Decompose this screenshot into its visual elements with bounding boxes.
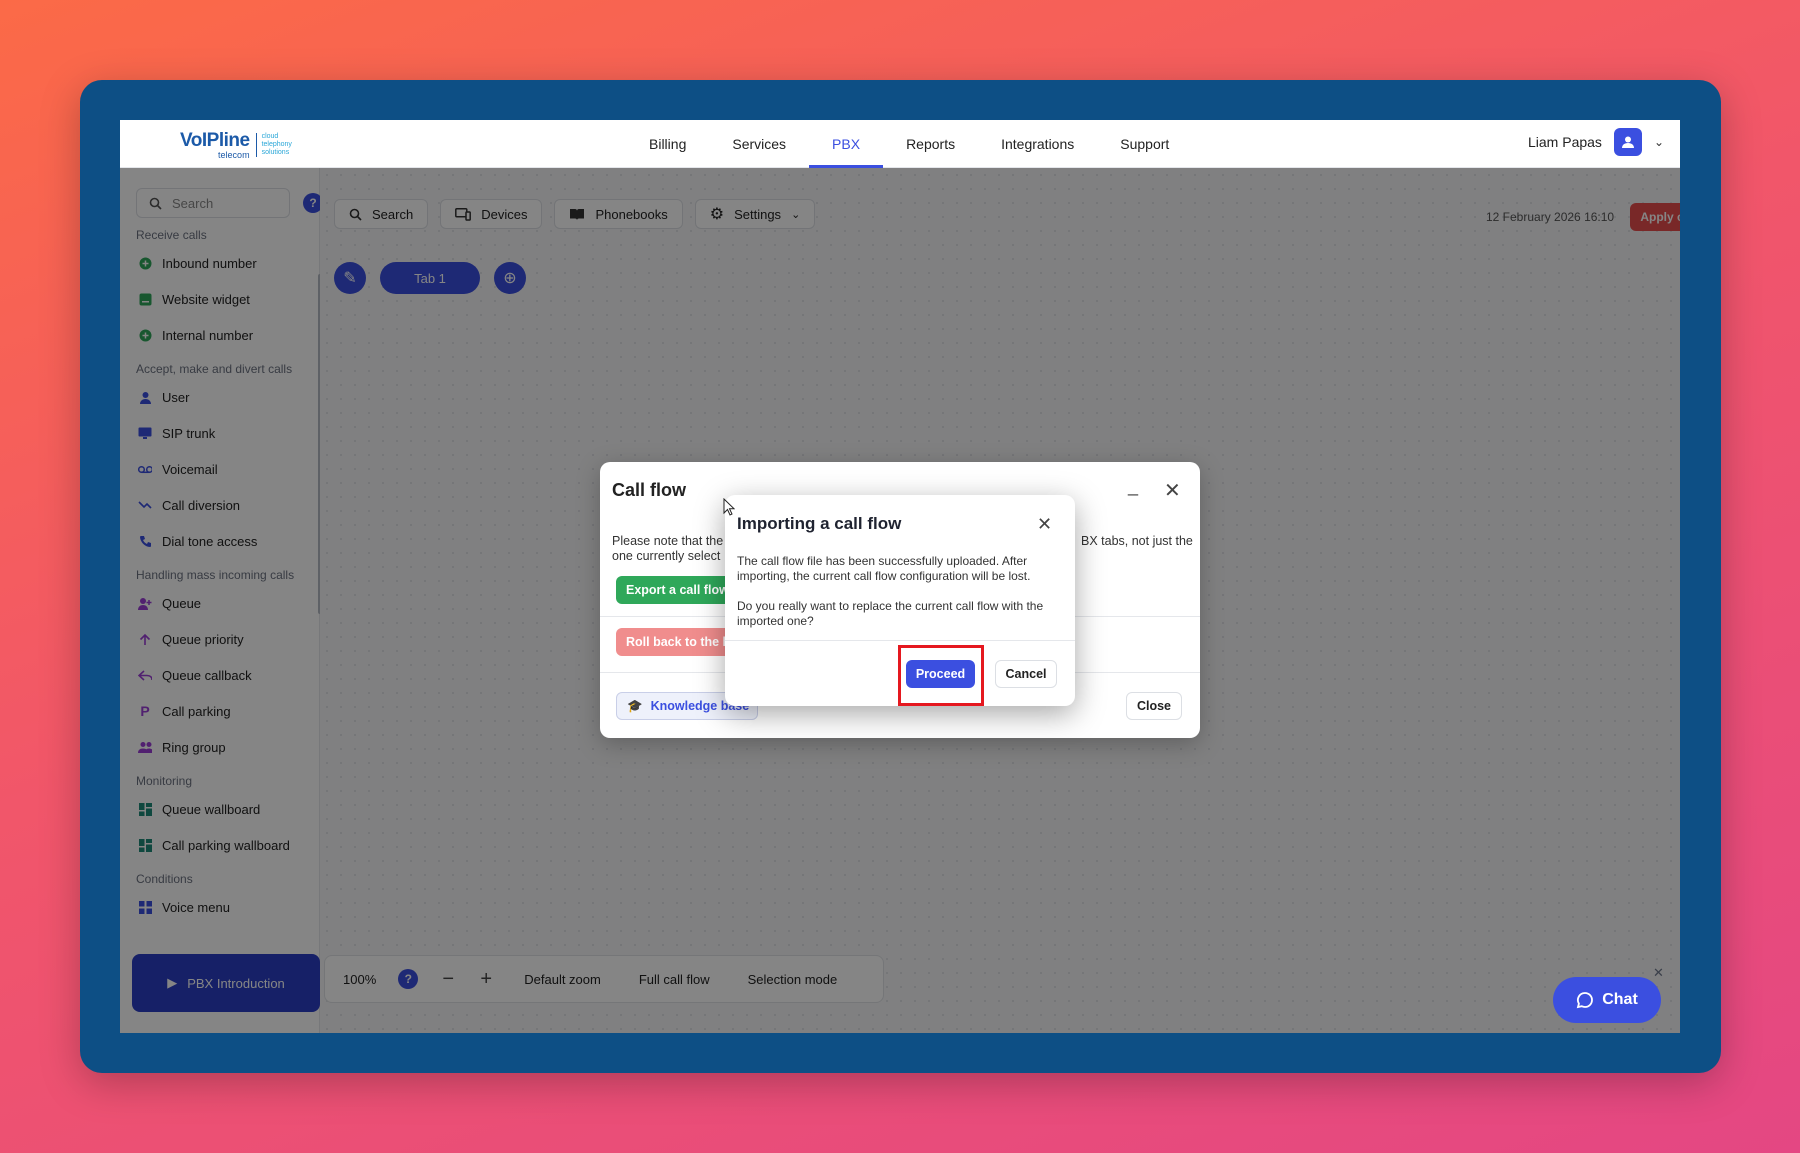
nav-services[interactable]: Services — [709, 120, 809, 168]
nav-support[interactable]: Support — [1097, 120, 1192, 168]
roll-back-button[interactable]: Roll back to the la — [616, 628, 732, 656]
chat-label: Chat — [1602, 991, 1638, 1008]
user-menu[interactable]: Liam Papas ⌄ — [1528, 128, 1664, 156]
nav-billing[interactable]: Billing — [626, 120, 709, 168]
mouse-cursor-icon — [723, 498, 735, 516]
cancel-button[interactable]: Cancel — [995, 660, 1057, 688]
chat-button[interactable]: Chat — [1553, 977, 1661, 1023]
graduation-cap-icon: 🎓 — [627, 698, 643, 713]
top-navigation-bar: VoIPline telecom cloud telephony solutio… — [120, 120, 1680, 168]
user-avatar-icon[interactable] — [1613, 128, 1642, 156]
import-dialog-question: Do you really want to replace the curren… — [737, 599, 1044, 628]
close-button[interactable]: Close — [1126, 692, 1182, 720]
call-flow-note-right: BX tabs, not just the — [1081, 534, 1193, 548]
nav-reports[interactable]: Reports — [883, 120, 978, 168]
import-dialog-message: The call flow file has been successfully… — [737, 554, 1031, 583]
chevron-down-icon[interactable]: ⌄ — [1654, 135, 1664, 149]
main-nav: Billing Services PBX Reports Integration… — [626, 120, 1192, 168]
divider — [725, 640, 1075, 641]
chat-bubble-icon — [1576, 992, 1594, 1009]
user-name: Liam Papas — [1528, 134, 1602, 150]
import-dialog-title: Importing a call flow — [737, 514, 902, 533]
nav-integrations[interactable]: Integrations — [978, 120, 1097, 168]
export-call-flow-button[interactable]: Export a call flow — [616, 576, 732, 604]
minimize-icon[interactable]: _ — [1128, 476, 1138, 497]
app-window: VoIPline telecom cloud telephony solutio… — [120, 120, 1680, 1033]
close-icon[interactable]: ✕ — [1037, 514, 1052, 535]
brand-name: VoIPline — [180, 129, 250, 151]
chat-dismiss-icon[interactable]: ✕ — [1653, 965, 1664, 981]
brand-sub: telecom — [218, 149, 250, 160]
close-icon[interactable]: ✕ — [1164, 478, 1181, 503]
nav-pbx[interactable]: PBX — [809, 120, 884, 168]
import-dialog-body: The call flow file has been successfully… — [737, 554, 1067, 629]
brand-logo[interactable]: VoIPline telecom cloud telephony solutio… — [180, 126, 300, 164]
brand-tagline: cloud telephony solutions — [255, 133, 300, 157]
call-flow-note-left: Please note that the — [612, 534, 724, 548]
call-flow-note-line2: one currently select — [612, 549, 721, 563]
import-call-flow-dialog: Importing a call flow ✕ The call flow fi… — [725, 495, 1075, 706]
proceed-button[interactable]: Proceed — [906, 660, 975, 688]
call-flow-dialog-title: Call flow — [612, 480, 687, 500]
